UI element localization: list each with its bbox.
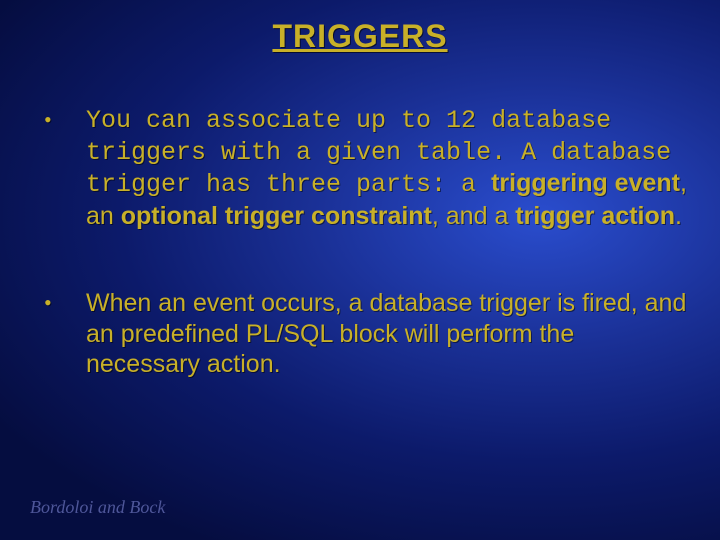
bullet-2-text: When an event occurs, a database trigger…	[86, 288, 690, 380]
b1-seg4: optional trigger constraint	[121, 202, 432, 230]
b1-seg6: trigger action	[515, 202, 675, 230]
b1-seg7: .	[675, 202, 682, 230]
bullet-list: You can associate up to 12 database trig…	[30, 105, 690, 380]
b1-seg5: , and a	[432, 202, 515, 230]
slide-title: TRIGGERS	[30, 18, 690, 55]
slide: TRIGGERS You can associate up to 12 data…	[0, 0, 720, 540]
bullet-1: You can associate up to 12 database trig…	[30, 105, 690, 232]
footer-credit: Bordoloi and Bock	[30, 497, 165, 518]
bullet-1-text: You can associate up to 12 database trig…	[86, 105, 690, 232]
bullet-2: When an event occurs, a database trigger…	[30, 288, 690, 380]
b1-seg2: triggering event	[491, 169, 680, 197]
